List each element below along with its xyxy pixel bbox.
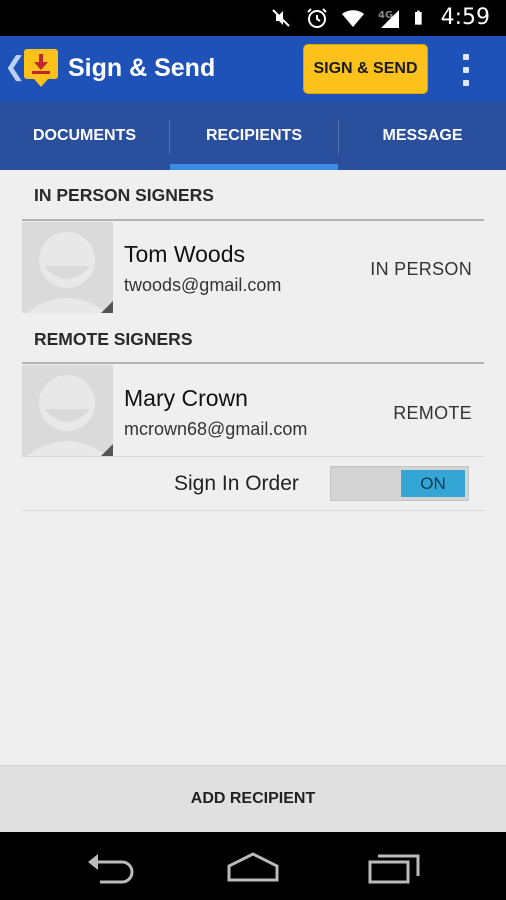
selected-tab-indicator <box>170 164 338 170</box>
sign-in-order-label: Sign In Order <box>174 472 299 495</box>
tab-documents[interactable]: DOCUMENTS <box>0 102 169 170</box>
signer-type: IN PERSON <box>370 259 472 279</box>
4g-lte-icon: 4G <box>378 9 399 28</box>
avatar[interactable] <box>22 365 113 456</box>
toggle-state: ON <box>401 470 465 497</box>
signer-name: Mary Crown <box>124 385 248 411</box>
sign-and-send-button[interactable]: SIGN & SEND <box>303 44 428 94</box>
row-divider <box>22 456 484 457</box>
back-icon[interactable] <box>82 850 142 884</box>
signer-name: Tom Woods <box>124 241 246 267</box>
add-recipient-button[interactable]: ADD RECIPIENT <box>0 765 506 832</box>
remote-signers-header: REMOTE SIGNERS <box>34 329 193 349</box>
avatar[interactable] <box>22 222 113 313</box>
battery-icon <box>414 10 422 25</box>
status-icons: 4G 4:59 <box>269 5 490 30</box>
wifi-icon <box>341 9 364 27</box>
clock: 4:59 <box>440 5 490 30</box>
overflow-menu-icon[interactable] <box>456 52 476 88</box>
signer-email: twoods@gmail.com <box>124 275 282 295</box>
overflow-dot <box>463 54 469 60</box>
tab-bar: DOCUMENTS RECIPIENTS MESSAGE <box>0 102 506 170</box>
in-person-signers-header: IN PERSON SIGNERS <box>34 185 214 205</box>
app-bar: ❮ Sign & Send SIGN & SEND <box>0 36 506 102</box>
overflow-dot <box>463 67 469 73</box>
app-logo-icon[interactable] <box>22 47 60 89</box>
default-avatar-icon <box>22 365 113 456</box>
status-bar: 4G 4:59 <box>0 0 506 36</box>
section-divider <box>22 362 484 364</box>
mute-icon <box>271 8 290 27</box>
signer-email: mcrown68@gmail.com <box>124 419 308 439</box>
sign-in-order-toggle[interactable]: ON <box>330 466 469 501</box>
tab-recipients[interactable]: RECIPIENTS <box>170 102 338 170</box>
app-title: Sign & Send <box>68 54 216 82</box>
tab-message[interactable]: MESSAGE <box>339 102 506 170</box>
row-divider <box>22 510 484 511</box>
section-divider <box>22 219 484 221</box>
signer-type: REMOTE <box>393 403 472 423</box>
default-avatar-icon <box>22 222 113 313</box>
system-nav-bar <box>0 832 506 900</box>
home-icon[interactable] <box>223 850 283 884</box>
alarm-icon <box>306 7 327 28</box>
overflow-dot <box>463 80 469 86</box>
recents-icon[interactable] <box>364 850 424 884</box>
